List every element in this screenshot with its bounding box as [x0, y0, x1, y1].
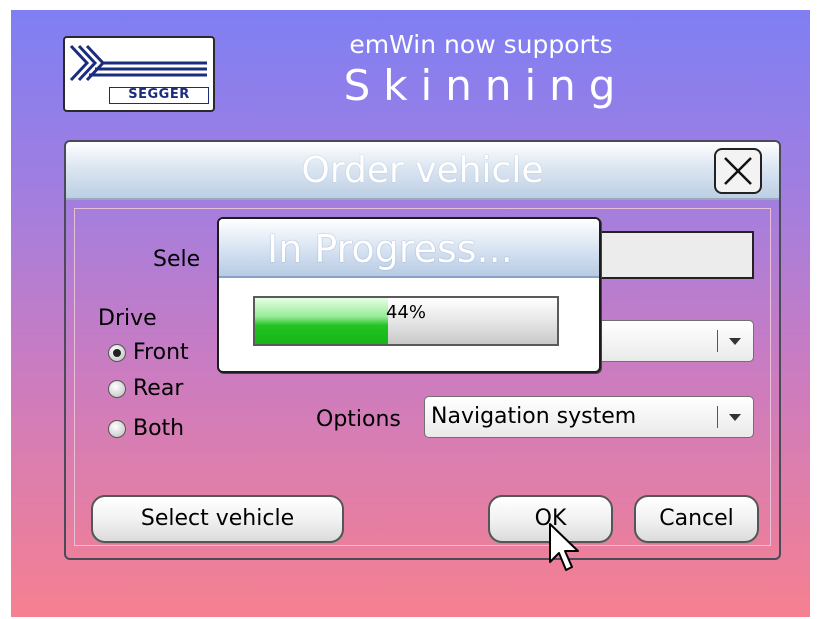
- radio-both-label: Both: [133, 416, 185, 441]
- dropdown-separator: [717, 330, 718, 352]
- logo-text: SEGGER: [109, 87, 209, 104]
- radio-checked-icon: [108, 344, 126, 362]
- chevron-down-icon: [729, 414, 741, 421]
- progress-dialog-titlebar[interactable]: In Progress...: [219, 219, 599, 278]
- radio-unchecked-icon: [108, 420, 126, 438]
- order-window-titlebar[interactable]: Order vehicle: [66, 142, 779, 200]
- chevron-down-icon: [729, 338, 741, 345]
- options-dropdown-value: Navigation system: [431, 404, 637, 429]
- headline-line2: Skinning: [343, 61, 629, 110]
- radio-both[interactable]: Both: [108, 415, 228, 443]
- select-edit-field[interactable]: [586, 231, 754, 279]
- radio-front-label: Front: [133, 340, 189, 365]
- dropdown-separator: [717, 406, 718, 428]
- mouse-pointer-icon: [549, 523, 579, 571]
- radio-front[interactable]: Front: [108, 339, 228, 367]
- screen: SEGGER emWin now supports Skinning Order…: [11, 10, 810, 617]
- progress-bar-text: 44%: [385, 302, 426, 323]
- radio-rear[interactable]: Rear: [108, 375, 228, 403]
- close-button[interactable]: [714, 148, 762, 194]
- segger-logo-icon: SEGGER: [63, 36, 215, 112]
- progress-bar: 44%: [253, 296, 559, 346]
- cancel-button[interactable]: Cancel: [634, 495, 759, 543]
- headline: emWin now supports Skinning: [311, 30, 651, 112]
- progress-dialog-title: In Progress...: [267, 227, 513, 271]
- progress-dialog: In Progress... 44%: [217, 217, 601, 373]
- options-dropdown[interactable]: Navigation system: [424, 396, 754, 438]
- select-vehicle-button[interactable]: Select vehicle: [91, 495, 344, 543]
- select-label: Sele: [153, 247, 201, 272]
- options-label: Options: [316, 407, 401, 432]
- headline-line1: emWin now supports: [349, 30, 613, 59]
- radio-unchecked-icon: [108, 380, 126, 398]
- order-window-title: Order vehicle: [301, 150, 544, 191]
- radio-rear-label: Rear: [133, 376, 184, 401]
- drive-label: Drive: [98, 306, 157, 331]
- close-x-icon: [724, 157, 752, 185]
